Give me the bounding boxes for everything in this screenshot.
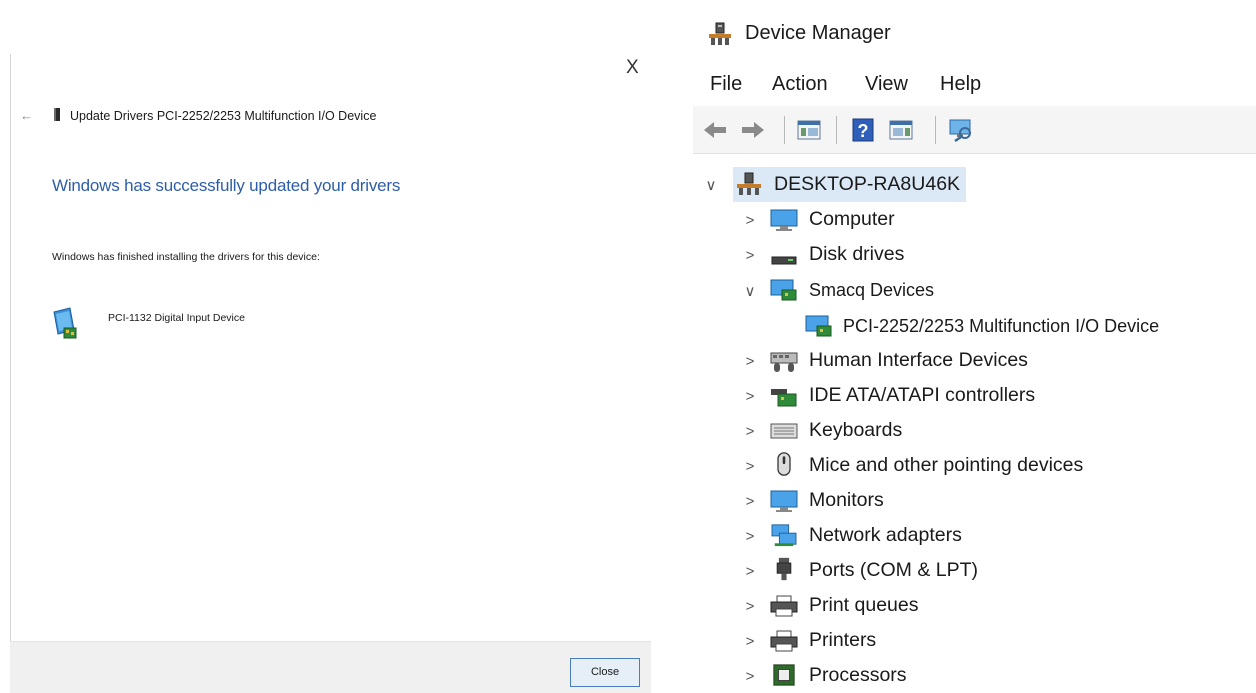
computer-tower-icon [737, 172, 761, 195]
properties-icon[interactable] [886, 116, 916, 144]
tree-item-network-adapters[interactable]: Network adapters [809, 524, 962, 547]
window-title: Device Manager [745, 22, 891, 44]
keyboard-icon [770, 423, 798, 439]
help-icon[interactable]: ? [848, 116, 878, 144]
menu-action[interactable]: Action [772, 73, 828, 96]
menu-file[interactable]: File [710, 73, 742, 96]
hid-icon [770, 352, 798, 372]
processor-icon [773, 664, 795, 686]
computer-tower-icon [709, 22, 731, 45]
menu-help[interactable]: Help [940, 73, 981, 96]
dialog-close-x-button[interactable]: X [626, 58, 639, 77]
tree-item-disk-drives[interactable]: Disk drives [809, 243, 904, 266]
tree-item-keyboards[interactable]: Keyboards [809, 419, 902, 442]
expand-chevron[interactable]: > [742, 423, 758, 440]
tree-item-pci-2252-device[interactable]: PCI-2252/2253 Multifunction I/O Device [843, 316, 1159, 337]
monitor-icon [770, 490, 798, 512]
disk-drive-icon [771, 256, 797, 265]
menu-view[interactable]: View [865, 73, 908, 96]
tree-item-ide-controllers[interactable]: IDE ATA/ATAPI controllers [809, 384, 1035, 407]
mouse-icon [777, 452, 791, 476]
expand-chevron[interactable]: > [742, 212, 758, 229]
expand-chevron[interactable]: > [742, 598, 758, 615]
pci-card-icon [770, 279, 797, 301]
close-button[interactable]: Close [570, 658, 640, 687]
expand-chevron[interactable]: ∨ [703, 176, 719, 194]
printer-icon [770, 595, 798, 617]
tree-root-label[interactable]: DESKTOP-RA8U46K [774, 173, 960, 196]
tree-item-mice[interactable]: Mice and other pointing devices [809, 454, 1083, 477]
network-adapter-icon [771, 524, 797, 547]
success-heading: Windows has successfully updated your dr… [52, 176, 401, 195]
expand-chevron[interactable]: > [742, 458, 758, 475]
tree-item-monitors[interactable]: Monitors [809, 489, 884, 512]
expand-chevron[interactable]: ∨ [742, 282, 758, 300]
back-arrow-icon[interactable] [700, 116, 730, 144]
back-arrow-icon[interactable]: ← [20, 108, 33, 123]
scan-hardware-icon[interactable] [946, 116, 976, 144]
installed-device-name: PCI-1132 Digital Input Device [108, 312, 245, 324]
port-icon [776, 557, 792, 581]
expand-chevron[interactable]: > [742, 528, 758, 545]
finished-message: Windows has finished installing the driv… [52, 251, 320, 263]
expand-chevron[interactable]: > [742, 633, 758, 650]
tree-item-processors[interactable]: Processors [809, 664, 907, 687]
dialog-footer [10, 641, 651, 693]
expand-chevron[interactable]: > [742, 563, 758, 580]
svg-text:?: ? [858, 121, 869, 141]
expand-chevron[interactable]: > [742, 493, 758, 510]
show-hide-console-tree-icon[interactable] [794, 116, 824, 144]
tree-item-print-queues[interactable]: Print queues [809, 594, 919, 617]
expand-chevron[interactable]: > [742, 247, 758, 264]
dialog-title: Update Drivers PCI-2252/2253 Multifuncti… [70, 109, 377, 123]
ide-controller-icon [771, 389, 797, 407]
pci-card-icon [805, 315, 832, 337]
printer-icon [770, 630, 798, 652]
tree-item-computer[interactable]: Computer [809, 208, 895, 231]
expand-chevron[interactable]: > [742, 668, 758, 685]
monitor-icon [770, 209, 798, 231]
forward-arrow-icon[interactable] [738, 116, 768, 144]
expand-chevron[interactable]: > [742, 353, 758, 370]
tree-item-ports[interactable]: Ports (COM & LPT) [809, 559, 978, 582]
tree-item-printers[interactable]: Printers [809, 629, 876, 652]
tree-item-smacq-devices[interactable]: Smacq Devices [809, 280, 934, 301]
pci-card-icon [53, 307, 77, 339]
tree-item-human-interface-devices[interactable]: Human Interface Devices [809, 349, 1028, 372]
expand-chevron[interactable]: > [742, 388, 758, 405]
update-drivers-dialog [10, 54, 651, 693]
device-chip-icon [54, 108, 60, 121]
